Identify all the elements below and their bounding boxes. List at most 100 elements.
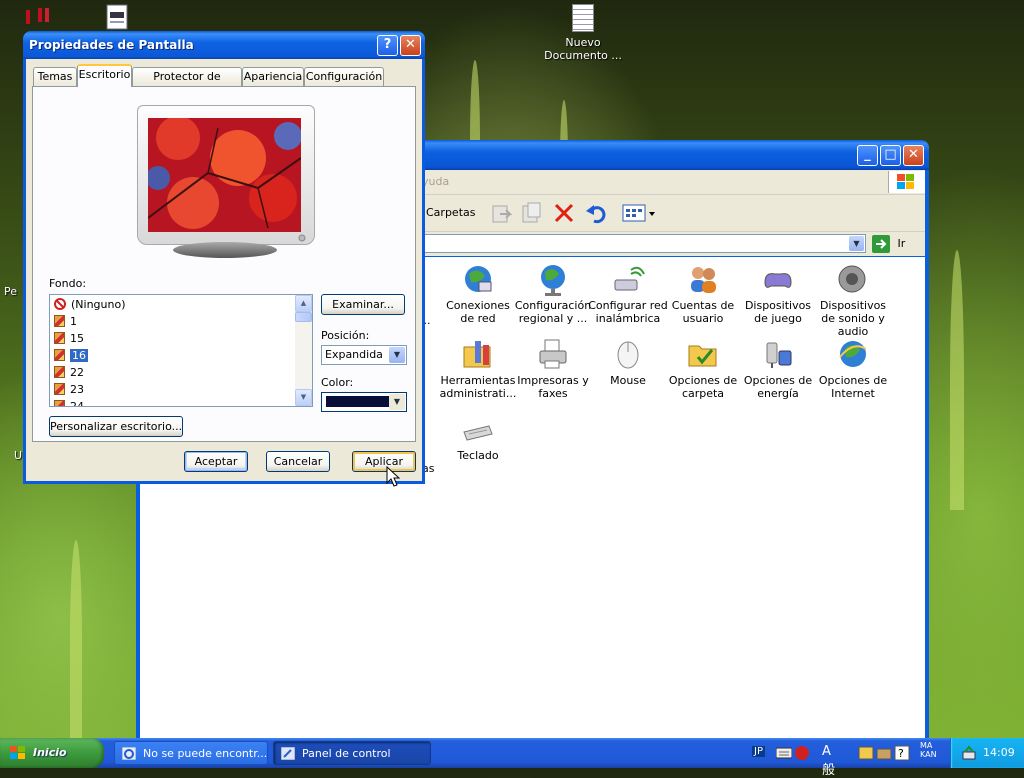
cp-item-game-controllers[interactable]: Dispositivos de juego: [738, 262, 818, 325]
dialog-titlebar[interactable]: Propiedades de Pantalla ? ✕: [23, 31, 425, 59]
color-label: Color:: [321, 376, 354, 389]
keyboard-tray-icon[interactable]: [776, 747, 792, 759]
tab-apariencia[interactable]: Apariencia: [242, 67, 304, 86]
list-item[interactable]: (Ninguno): [54, 297, 126, 313]
background-listbox[interactable]: (Ninguno) 1 15 16 22 23 24 ▲ ▼: [49, 294, 313, 407]
cp-item-label: Cuentas de usuario: [671, 299, 735, 325]
tab-escritorio[interactable]: Escritorio: [77, 64, 132, 87]
maximize-icon: □: [884, 147, 897, 162]
list-item[interactable]: 24: [54, 399, 84, 406]
customize-desktop-button[interactable]: Personalizar escritorio...: [49, 416, 183, 437]
none-icon: [54, 298, 66, 310]
cp-item-internet-options[interactable]: Opciones de Internet: [813, 337, 893, 400]
list-item[interactable]: 22: [54, 365, 84, 381]
cp-item-label: Teclado: [457, 449, 499, 462]
mouse-cursor-icon: [386, 466, 400, 487]
folders-button[interactable]: Carpetas: [426, 206, 475, 219]
maximize-button[interactable]: □: [880, 145, 901, 166]
cp-item-label: Herramientas administrati...: [439, 374, 517, 400]
monitor-button-icon: [298, 234, 306, 242]
start-label: Inicio: [33, 746, 67, 759]
image-file-icon: [54, 366, 65, 378]
control-panel-icon: [281, 747, 295, 760]
scroll-up-button[interactable]: ▲: [295, 295, 312, 312]
taskbar: Inicio No se puede encontr... Panel de c…: [0, 738, 1024, 778]
image-file-icon: [54, 400, 65, 406]
desktop-file-icon[interactable]: [104, 4, 130, 30]
cp-item-wireless-network[interactable]: Configurar red inalámbrica: [588, 262, 668, 325]
cancel-button[interactable]: Cancelar: [266, 451, 330, 472]
ime-indicator[interactable]: A 般: [822, 744, 835, 778]
user-accounts-icon: [691, 267, 716, 293]
cp-item-mouse[interactable]: Mouse: [588, 337, 668, 387]
cp-item-label: Configurar red inalámbrica: [588, 299, 668, 325]
list-item-selected[interactable]: 16: [54, 348, 88, 364]
cp-item-regional-settings[interactable]: Configuración regional y ...: [513, 262, 593, 325]
undo-icon[interactable]: [584, 201, 608, 225]
ime-mode[interactable]: MA KAN: [920, 741, 938, 759]
views-icon[interactable]: [622, 203, 656, 223]
cp-item-label: Opciones de Internet: [818, 374, 888, 400]
cp-item-sound-audio[interactable]: Dispositivos de sonido y audio: [813, 262, 893, 338]
ime-pad-icon[interactable]: [858, 745, 874, 761]
windows-logo-icon: [888, 171, 925, 193]
listbox-scrollbar[interactable]: ▲ ▼: [295, 295, 312, 406]
position-select[interactable]: Expandida ▼: [321, 345, 407, 365]
color-picker[interactable]: ▼: [321, 392, 407, 412]
folder-options-icon: [688, 345, 717, 367]
keyboard-icon: [463, 425, 493, 441]
dialog-title: Propiedades de Pantalla: [29, 38, 194, 52]
list-item[interactable]: 23: [54, 382, 84, 398]
tab-temas[interactable]: Temas: [33, 67, 77, 86]
scroll-thumb[interactable]: [295, 312, 312, 322]
help-button[interactable]: ?: [377, 35, 398, 56]
desktop-app-icon[interactable]: [24, 6, 52, 24]
red-ball-icon[interactable]: [794, 745, 810, 761]
chevron-down-icon[interactable]: ▼: [849, 236, 864, 251]
cp-item-user-accounts[interactable]: Cuentas de usuario: [663, 262, 743, 325]
go-button[interactable]: Ir: [872, 235, 905, 253]
cp-item-admin-tools[interactable]: Herramientas administrati...: [438, 337, 518, 400]
minimize-button[interactable]: _: [857, 145, 878, 166]
dialog-body: Temas Escritorio Protector de pantalla A…: [26, 59, 422, 481]
cp-item-printers-faxes[interactable]: Impresoras y faxes: [513, 337, 593, 400]
language-code[interactable]: JP: [752, 746, 765, 757]
list-item[interactable]: 1: [54, 314, 77, 330]
chevron-down-icon[interactable]: ▼: [389, 394, 405, 410]
tab-protector-pantalla[interactable]: Protector de pantalla: [132, 67, 242, 101]
ime-tools-icon[interactable]: [876, 745, 892, 761]
cp-item-label: Opciones de carpeta: [668, 374, 738, 400]
menu-help[interactable]: yuda: [422, 175, 449, 188]
network-connections-icon: [465, 266, 492, 292]
move-to-icon[interactable]: [490, 201, 514, 225]
cp-item-folder-options[interactable]: Opciones de carpeta: [663, 337, 743, 400]
apply-button[interactable]: Aplicar: [352, 451, 416, 472]
ok-button[interactable]: Aceptar: [184, 451, 248, 472]
cp-item-network-connections[interactable]: Conexiones de red: [438, 262, 518, 325]
tab-configuracion[interactable]: Configuración: [304, 67, 384, 86]
network-tray-icon[interactable]: [961, 745, 977, 761]
cp-item-power-options[interactable]: Opciones de energía: [738, 337, 818, 400]
dialog-close-button[interactable]: ✕: [400, 35, 421, 56]
clock[interactable]: 14:09: [983, 738, 1015, 768]
taskbar-button-browser[interactable]: No se puede encontr...: [114, 741, 268, 765]
image-file-icon: [54, 349, 65, 361]
help-tray-icon[interactable]: ?: [894, 745, 910, 761]
list-item[interactable]: 15: [54, 331, 84, 347]
copy-to-icon[interactable]: [520, 201, 544, 225]
mouse-icon: [617, 341, 639, 369]
chevron-down-icon[interactable]: ▼: [389, 347, 405, 363]
desktop-icon-label: Nuevo Documento ...: [544, 36, 622, 62]
scroll-down-button[interactable]: ▼: [295, 389, 312, 406]
position-label: Posición:: [321, 329, 370, 342]
cp-item-keyboard[interactable]: Teclado: [438, 412, 518, 462]
desktop-icon-nuevo-documento[interactable]: Nuevo Documento ...: [538, 4, 628, 62]
image-file-icon: [54, 332, 65, 344]
delete-icon[interactable]: [552, 201, 576, 225]
taskbar-button-control-panel[interactable]: Panel de control: [273, 741, 431, 765]
background-label: Fondo:: [49, 277, 87, 290]
browse-button[interactable]: Examinar...: [321, 294, 405, 315]
image-file-icon: [54, 315, 65, 327]
close-button[interactable]: ✕: [903, 145, 924, 166]
start-button[interactable]: Inicio: [0, 738, 104, 768]
